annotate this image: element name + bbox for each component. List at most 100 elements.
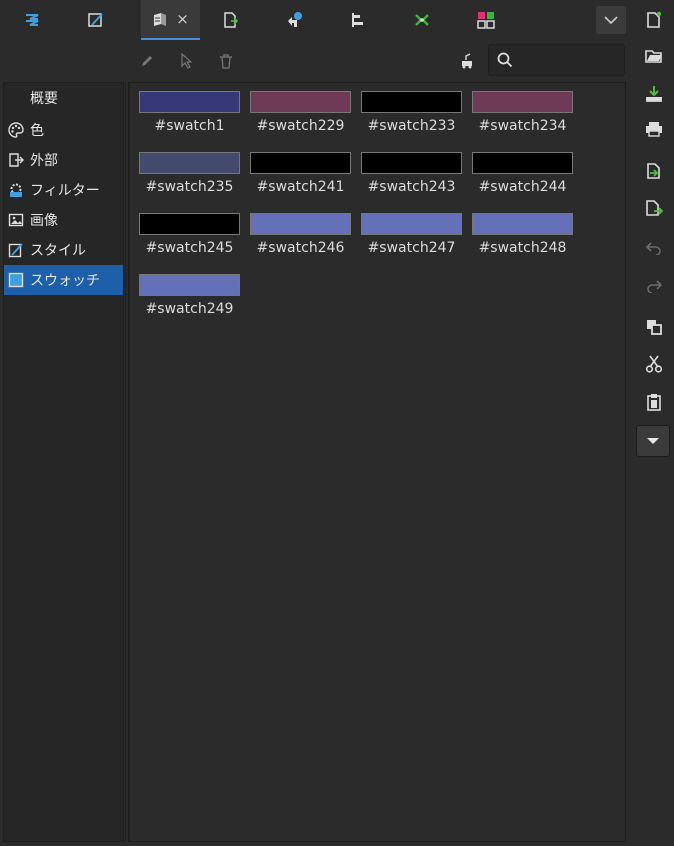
swatch-color-chip [139,213,240,235]
trash-icon [219,53,233,69]
category-label: 概要 [30,91,58,107]
chevron-down-icon [604,15,618,25]
category-swatches[interactable]: スウォッチ [4,265,123,295]
pencil-icon [140,54,154,68]
save-icon [645,85,663,103]
swatch-item[interactable]: #swatch234 [472,85,573,134]
swatch-color-chip [472,91,573,113]
category-color[interactable]: 色 [4,115,123,145]
swatch-item[interactable]: #swatch243 [361,146,462,195]
swatch-item[interactable]: #swatch249 [139,268,240,317]
swatch-item[interactable]: #swatch244 [472,146,573,195]
save-button[interactable] [643,83,665,105]
new-document-button[interactable] [643,9,665,31]
export-icon [645,199,663,217]
delete-button[interactable] [217,52,235,70]
category-external[interactable]: 外部 [4,145,123,175]
redo-button[interactable] [643,275,665,297]
swatch-color-chip [472,213,573,235]
print-button[interactable] [643,118,665,140]
cut-button[interactable] [643,353,665,375]
swatch-label: #swatch229 [256,118,345,134]
tab-swatches[interactable]: × [141,0,200,40]
category-label: 色 [30,123,44,139]
swatch-label: #swatch234 [478,118,567,134]
undo-button[interactable] [643,237,665,259]
caret-down-icon [646,437,660,445]
swatch-color-chip [361,152,462,174]
swatch-color-chip [361,91,462,113]
swatch-label: #swatch1 [154,118,225,134]
external-icon [8,152,24,168]
import-button[interactable] [643,160,665,182]
swatch-color-chip [250,91,351,113]
swatch-label: #swatch235 [145,179,234,195]
category-overview[interactable]: 概要 [4,83,123,113]
swatch-color-chip [361,213,462,235]
select-button[interactable] [177,52,195,70]
search-input[interactable] [517,49,621,73]
swatch-label: #swatch233 [367,118,456,134]
printer-icon [645,121,663,137]
fill-stroke-icon [23,11,41,29]
swatch-item[interactable]: #swatch241 [250,146,351,195]
swatch-item[interactable]: #swatch233 [361,85,462,134]
paste-button[interactable] [643,391,665,413]
search-icon [497,52,513,68]
swatch-item[interactable]: #swatch248 [472,207,573,256]
swatches-book-icon [152,11,168,27]
copy-button[interactable] [643,316,665,338]
swatch-color-chip [472,152,573,174]
swatch-square-icon [8,272,24,288]
copy-icon [645,318,663,336]
swatch-label: #swatch243 [367,179,456,195]
tab-overflow-button[interactable] [596,6,626,34]
swatch-color-chip [250,213,351,235]
swatch-grid: #swatch1 #swatch229 #swatch233 #swatch234 #s… [129,82,626,842]
tab-close-button[interactable]: × [176,11,189,27]
link-to-canvas-button[interactable] [458,52,476,70]
export-button[interactable] [643,197,665,219]
category-style[interactable]: スタイル [4,235,123,265]
palette-icon [8,122,24,138]
swatch-item[interactable]: #swatch229 [250,85,351,134]
category-image[interactable]: 画像 [4,205,123,235]
swatch-label: #swatch241 [256,179,345,195]
category-label: 外部 [30,153,58,169]
image-icon [8,212,24,228]
category-label: フィルター [30,183,100,199]
folder-icon [645,48,663,64]
tab-brush[interactable] [76,0,116,40]
undo-history-icon [285,11,303,29]
open-button[interactable] [643,45,665,67]
category-label: スタイル [30,243,86,259]
swatch-label: #swatch249 [145,301,234,317]
category-filter[interactable]: フィルター [4,175,123,205]
swatch-color-chip [139,152,240,174]
tab-symbols[interactable] [402,0,442,40]
swatch-label: #swatch244 [478,179,567,195]
new-document-icon [646,11,662,29]
search-box[interactable] [488,44,625,76]
swatch-label: #swatch248 [478,240,567,256]
tab-align[interactable] [338,0,378,40]
swatch-item[interactable]: #swatch247 [361,207,462,256]
patterns-icon [477,11,495,29]
redo-icon [646,279,662,293]
swatch-label: #swatch247 [367,240,456,256]
swatch-item[interactable]: #swatch1 [139,85,240,134]
tab-export[interactable] [210,0,250,40]
tab-fill-stroke[interactable] [12,0,52,40]
style-brush-icon [8,242,24,258]
swatch-item[interactable]: #swatch246 [250,207,351,256]
symbols-icon [413,11,431,29]
swatch-item[interactable]: #swatch235 [139,146,240,195]
swatch-item[interactable]: #swatch245 [139,207,240,256]
more-commands-button[interactable] [636,425,670,457]
edit-button[interactable] [138,52,156,70]
swatch-color-chip [139,91,240,113]
cursor-icon [179,53,193,69]
tab-patterns[interactable] [466,0,506,40]
tab-undo-history[interactable] [274,0,314,40]
swatch-color-chip [250,152,351,174]
